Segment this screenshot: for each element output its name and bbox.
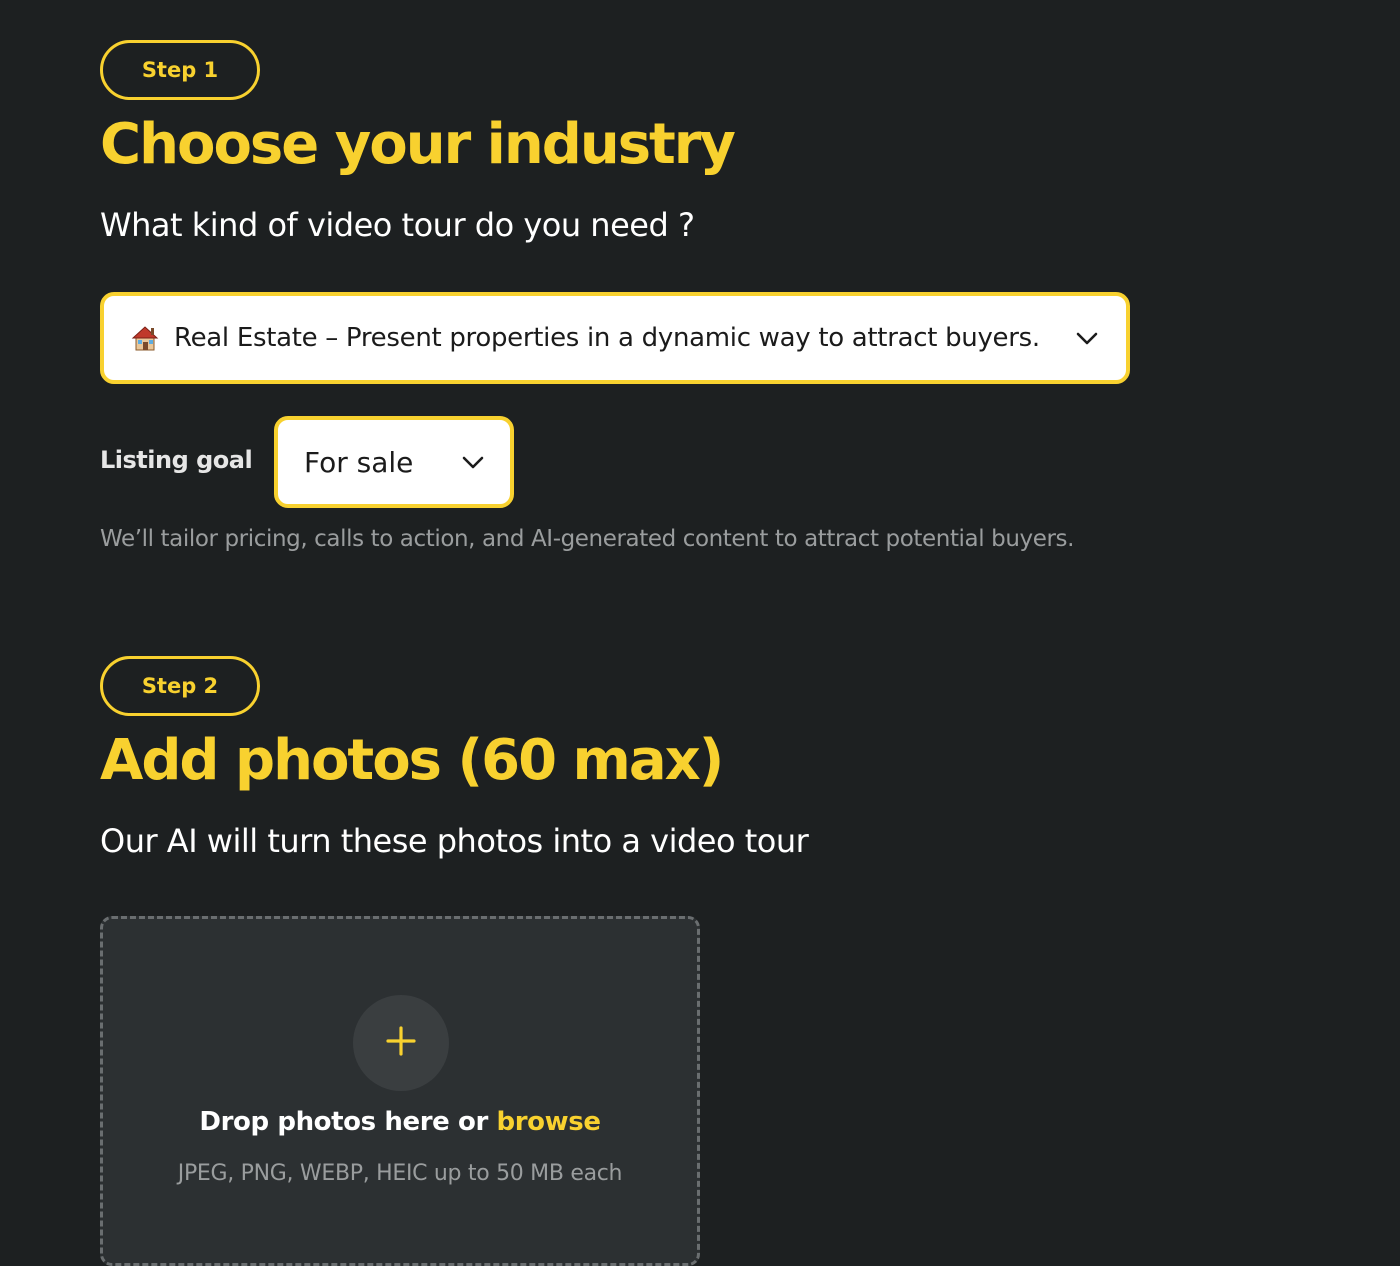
step-1-title: Choose your industry [100, 112, 736, 177]
step-1-badge: Step 1 [100, 40, 260, 100]
dropzone-prompt: Drop photos here or browse [103, 1107, 697, 1137]
step-2-subtitle: Our AI will turn these photos into a vid… [100, 822, 809, 860]
dropzone-prompt-text: Drop photos here or [199, 1107, 497, 1137]
house-icon [130, 323, 160, 353]
listing-goal-value: For sale [304, 445, 414, 479]
listing-goal-label: Listing goal [100, 446, 253, 474]
step-1-badge-label: Step 1 [141, 58, 219, 82]
chevron-down-icon [460, 449, 486, 475]
step-1-subtitle: What kind of video tour do you need ? [100, 206, 695, 244]
step-2-badge-label: Step 2 [141, 674, 219, 698]
photo-dropzone[interactable]: Drop photos here or browse JPEG, PNG, WE… [100, 916, 700, 1266]
industry-select-value: Real Estate – Present properties in a dy… [174, 323, 1040, 353]
step-2-title: Add photos (60 max) [100, 728, 724, 793]
step-2-badge: Step 2 [100, 656, 260, 716]
page: Step 1 Choose your industry What kind of… [0, 0, 1400, 1266]
add-photos-button[interactable] [353, 995, 449, 1091]
listing-goal-select[interactable]: For sale [274, 416, 514, 508]
industry-select[interactable]: Real Estate – Present properties in a dy… [100, 292, 1130, 384]
browse-link[interactable]: browse [497, 1107, 601, 1137]
dropzone-formats: JPEG, PNG, WEBP, HEIC up to 50 MB each [177, 1161, 623, 1186]
chevron-down-icon [1074, 325, 1100, 351]
listing-goal-hint: We’ll tailor pricing, calls to action, a… [100, 526, 1075, 552]
plus-icon [385, 1025, 417, 1061]
